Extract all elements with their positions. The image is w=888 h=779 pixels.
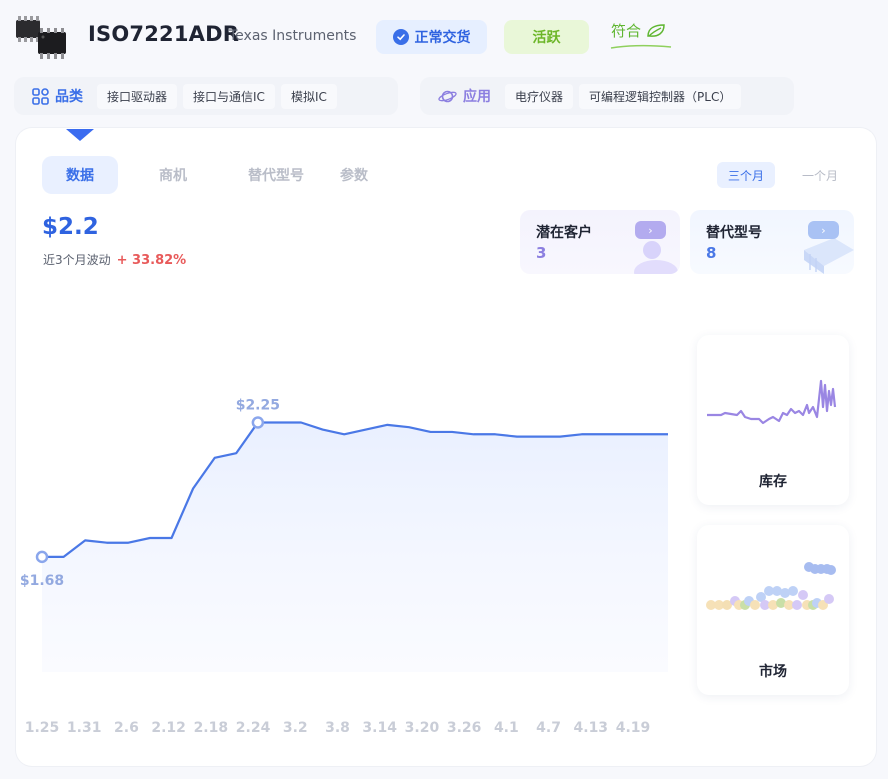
price-area	[42, 422, 668, 672]
x-tick-label: 2.24	[235, 720, 271, 736]
market-label: 市场	[759, 664, 787, 680]
x-tick-label: 3.14	[362, 720, 397, 736]
max-point[interactable]	[251, 416, 265, 429]
application-tag[interactable]: 可编程逻辑控制器（PLC）	[579, 83, 742, 109]
check-icon	[392, 29, 409, 45]
potential-customers-card[interactable]: 潜在客户 3 ›	[520, 210, 680, 274]
market-dots	[706, 562, 836, 610]
market-card[interactable]: 市场	[697, 525, 849, 695]
x-tick-label: 3.26	[446, 720, 482, 736]
tab-alternatives[interactable]: 替代型号	[228, 156, 324, 194]
application-title: 应用	[438, 86, 491, 106]
status-badge: 正常交货	[376, 20, 487, 54]
inventory-sparkline	[707, 379, 837, 425]
chevron-right-icon[interactable]: ›	[808, 221, 839, 239]
application-tag[interactable]: 电疗仪器	[505, 83, 574, 109]
chevron-right-icon[interactable]: ›	[635, 221, 666, 239]
category-title: 品类	[32, 86, 83, 106]
x-tick-label: 4.7	[536, 720, 561, 736]
category-tag[interactable]: 接口与通信IC	[183, 83, 275, 109]
fluctuation-label: 近3个月波动	[43, 253, 111, 267]
stat-label: 潜在客户	[536, 225, 592, 241]
x-tick-label: 4.1	[493, 720, 519, 736]
tab-data[interactable]: 数据	[42, 156, 118, 194]
x-tick-label: 4.19	[615, 720, 651, 736]
activity-badge: 活跃	[504, 20, 589, 54]
x-tick-label: 2.12	[151, 720, 186, 736]
tab-pointer	[66, 129, 94, 141]
chip-image	[16, 16, 66, 59]
price-trend-chart: $1.68 $2.25	[20, 398, 668, 672]
category-tag[interactable]: 模拟IC	[280, 83, 337, 109]
planet-icon	[438, 90, 457, 102]
stat-label: 替代型号	[706, 225, 762, 241]
category-bar: 品类 接口驱动器 接口与通信IC 模拟IC	[14, 77, 398, 115]
x-tick-label: 3.20	[404, 720, 440, 736]
price-fluctuation: 近3个月波动 + 33.82%	[43, 251, 186, 268]
x-tick-label: 1.25	[24, 720, 60, 736]
people-illustration	[634, 241, 678, 274]
status-label: 正常交货	[414, 30, 471, 46]
tab-parameters[interactable]: 参数	[324, 156, 384, 194]
range-one-month[interactable]: 一个月	[792, 162, 848, 188]
x-tick-label: 1.31	[66, 720, 102, 736]
category-tag[interactable]: 接口驱动器	[97, 83, 178, 109]
category-title-label: 品类	[55, 89, 83, 105]
x-tick-label: 3.2	[282, 720, 308, 736]
tab-bar: 数据 商机 替代型号 参数	[42, 156, 384, 194]
max-price-label: $2.25	[236, 398, 280, 414]
compliance-underline	[610, 44, 672, 49]
min-point[interactable]	[35, 550, 49, 564]
range-three-months[interactable]: 三个月	[717, 162, 775, 188]
application-bar: 应用 电疗仪器 可编程逻辑控制器（PLC）	[420, 77, 794, 115]
chip-illustration	[804, 238, 854, 274]
stat-value: 3	[536, 244, 547, 262]
current-price: $2.2	[42, 214, 99, 240]
alternative-models-card[interactable]: 替代型号 8 ›	[690, 210, 854, 274]
min-price-label: $1.68	[20, 573, 64, 589]
compliance-badge: 符合	[611, 20, 667, 41]
x-tick-label: 4.13	[573, 720, 609, 736]
inventory-card[interactable]: 库存	[697, 335, 849, 505]
fluctuation-value: + 33.82%	[116, 253, 187, 268]
x-tick-label: 2.18	[193, 720, 229, 736]
x-tick-label: 3.8	[325, 720, 350, 736]
tab-opportunities[interactable]: 商机	[118, 156, 228, 194]
x-tick-label: 2.6	[114, 720, 139, 736]
inventory-label: 库存	[759, 474, 787, 490]
stat-value: 8	[706, 244, 717, 262]
product-header: ISO7221ADR Texas Instruments 正常交货 活跃 符合	[0, 0, 888, 72]
leaf-icon	[647, 23, 665, 37]
part-number: ISO7221ADR	[88, 22, 240, 46]
compliance-label: 符合	[611, 22, 642, 40]
manufacturer-name[interactable]: Texas Instruments	[229, 28, 356, 44]
application-title-label: 应用	[463, 89, 491, 105]
grid-icon	[32, 87, 49, 105]
